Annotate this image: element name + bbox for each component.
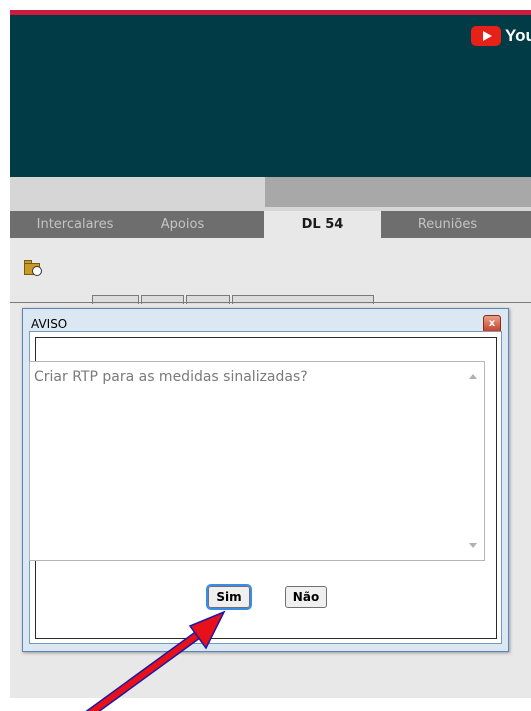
dialog-title: AVISO	[31, 317, 68, 331]
scroll-down-icon[interactable]	[469, 543, 477, 548]
folder-clock-icon[interactable]	[24, 260, 42, 276]
yes-button[interactable]: Sim	[206, 584, 252, 610]
tab-bar: Intercalares Apoios DL 54 Reuniões	[10, 211, 531, 238]
no-button[interactable]: Não	[285, 586, 327, 608]
youtube-label: YouTube	[505, 26, 531, 45]
message-textarea[interactable]: Criar RTP para as medidas sinalizadas?	[29, 361, 485, 561]
youtube-logo[interactable]: YouTube	[471, 25, 531, 47]
scroll-up-icon[interactable]	[469, 374, 477, 379]
header-banner: YouTube	[10, 15, 531, 177]
tab-intercalares[interactable]: Intercalares	[20, 211, 130, 238]
dialog-message: Criar RTP para as medidas sinalizadas?	[34, 369, 308, 385]
youtube-icon	[471, 26, 501, 46]
tab-apoios[interactable]: Apoios	[140, 211, 225, 238]
tab-reunioes[interactable]: Reuniões	[390, 211, 505, 238]
tab-dl54[interactable]: DL 54	[264, 211, 381, 238]
subheader-band-right	[265, 177, 531, 207]
